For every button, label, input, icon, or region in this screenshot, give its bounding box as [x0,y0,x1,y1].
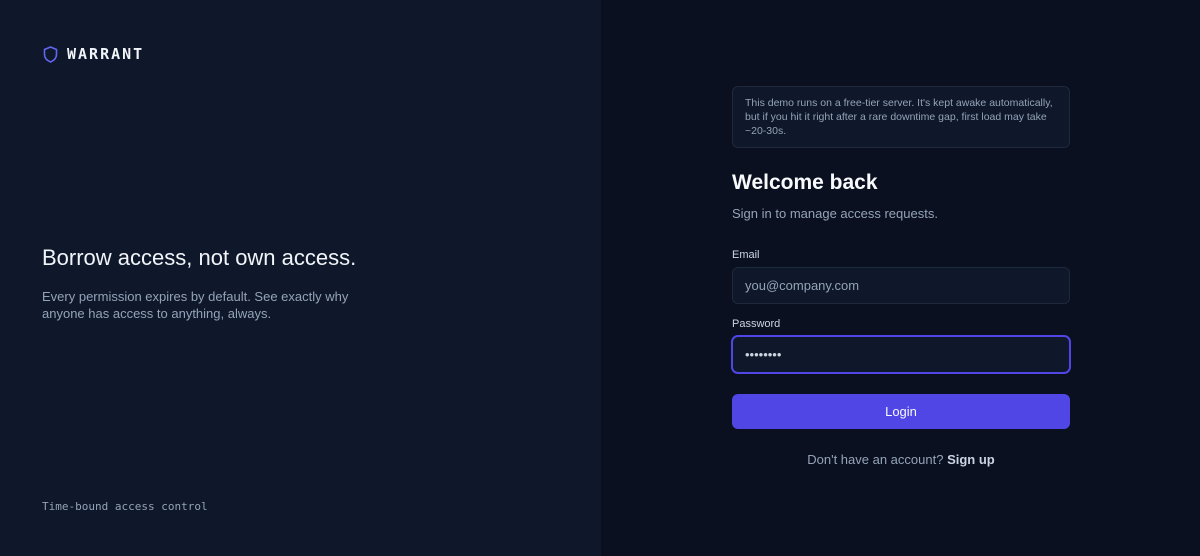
signup-link[interactable]: Sign up [947,452,995,467]
email-label: Email [732,249,760,261]
welcome-title: Welcome back [732,171,878,194]
brand-panel: WARRANT Borrow access, not own access. E… [0,0,601,556]
password-input[interactable] [732,336,1070,373]
brand-name: WARRANT [67,45,145,63]
welcome-subtitle: Sign in to manage access requests. [732,206,938,221]
hero-title: Borrow access, not own access. [42,245,357,270]
password-label: Password [732,318,781,330]
login-form: This demo runs on a free-tier server. It… [732,86,1070,467]
login-button[interactable]: Login [732,394,1070,429]
footer-tagline: Time-bound access control [42,500,208,513]
shield-icon [43,45,58,63]
hero-subtitle: Every permission expires by default. See… [42,289,349,321]
email-input[interactable] [732,267,1070,304]
server-notice: This demo runs on a free-tier server. It… [732,86,1070,148]
brand-logo: WARRANT [43,45,144,63]
signup-prompt-text: Don't have an account? [807,452,944,467]
signup-prompt: Don't have an account? Sign up [732,452,1070,467]
